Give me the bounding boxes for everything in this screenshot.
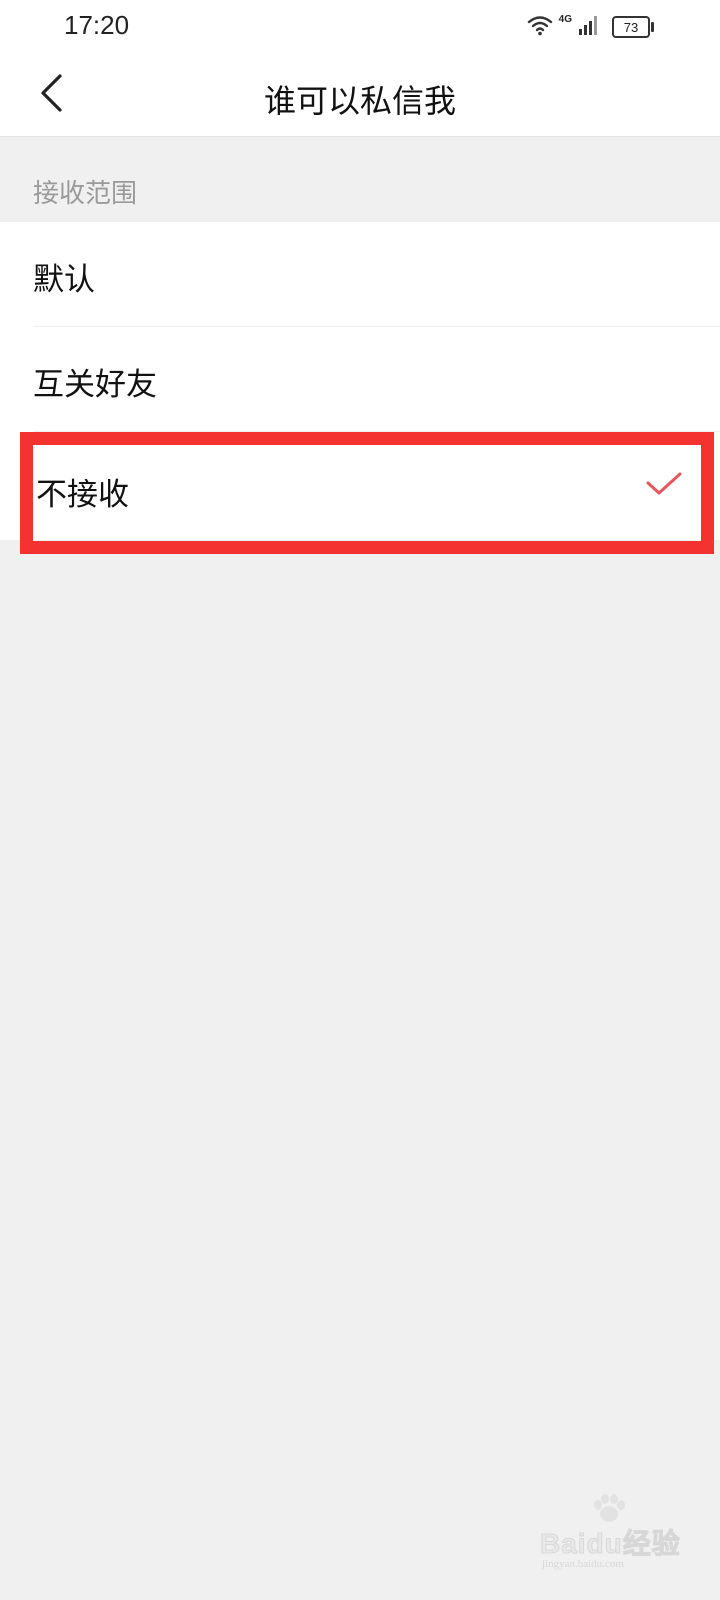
option-label: 不接收 [36, 477, 129, 513]
options-list: 默认 互关好友 不接收 [0, 222, 720, 540]
option-mutual-friends[interactable]: 互关好友 [0, 327, 720, 431]
signal-icon [578, 14, 600, 40]
nav-bar: 谁可以私信我 [0, 54, 720, 137]
option-do-not-receive[interactable]: 不接收 [0, 435, 720, 539]
option-label: 互关好友 [33, 367, 157, 403]
watermark-text: Baidu经验 [540, 1528, 681, 1560]
page-title: 谁可以私信我 [263, 82, 456, 120]
watermark-subtext: jingyan.baidu.com [542, 1558, 624, 1570]
section-header: 接收范围 [0, 137, 720, 222]
section-header-label: 接收范围 [33, 179, 138, 209]
watermark: Baidu经验 jingyan.baidu.com [540, 1494, 690, 1570]
status-time: 17:20 [64, 10, 130, 40]
battery-level: 73 [623, 19, 639, 35]
divider [33, 431, 720, 432]
option-label: 默认 [33, 262, 95, 298]
status-icons: 4G 73 [527, 12, 654, 42]
network-type-label: 4G [558, 13, 572, 25]
option-default[interactable]: 默认 [0, 222, 720, 326]
wifi-icon [527, 14, 553, 40]
battery-icon: 73 [612, 16, 654, 38]
status-bar: 17:20 4G 73 [0, 0, 720, 54]
check-icon [646, 471, 682, 501]
